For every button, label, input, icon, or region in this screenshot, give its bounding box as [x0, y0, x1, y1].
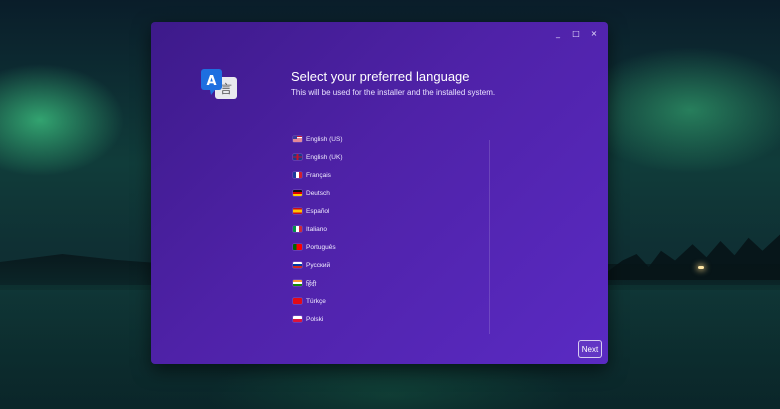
language-label: Русский — [306, 261, 331, 269]
us-flag-icon — [293, 136, 302, 142]
language-option-english-uk[interactable]: English (UK) — [293, 148, 493, 166]
next-button[interactable]: Next — [578, 340, 602, 358]
maximize-button[interactable]: □ — [570, 28, 582, 40]
portugal-flag-icon — [293, 244, 302, 250]
page-title: Select your preferred language — [291, 69, 470, 84]
language-label: English (UK) — [306, 153, 343, 161]
language-label: Türkçe — [306, 297, 326, 305]
language-label: Español — [306, 207, 330, 215]
russia-flag-icon — [293, 262, 302, 268]
language-translate-icon: 言 A — [201, 69, 237, 99]
language-label: Français — [306, 171, 331, 179]
language-option-italiano[interactable]: Italiano — [293, 220, 493, 238]
language-option-polski[interactable]: Polski — [293, 310, 493, 328]
language-label: Italiano — [306, 225, 327, 233]
language-label: हिंदी — [306, 280, 317, 288]
language-option-hindi[interactable]: हिंदी — [293, 274, 493, 292]
language-label: Polski — [306, 315, 324, 323]
minimize-button[interactable]: _ — [552, 28, 564, 40]
spain-flag-icon — [293, 208, 302, 214]
icon-letter: A — [206, 74, 216, 89]
page-subtitle: This will be used for the installer and … — [291, 88, 496, 97]
turkey-flag-icon — [293, 298, 302, 304]
window-controls: _ □ × — [552, 28, 600, 40]
language-label: Deutsch — [306, 189, 330, 197]
language-option-francais[interactable]: Français — [293, 166, 493, 184]
language-label: English (US) — [306, 135, 343, 143]
wallpaper-distant-lights — [698, 266, 704, 269]
language-option-russian[interactable]: Русский — [293, 256, 493, 274]
language-option-turkce[interactable]: Türkçe — [293, 292, 493, 310]
germany-flag-icon — [293, 190, 302, 196]
installer-window: _ □ × 言 A Select your preferred language… — [151, 22, 608, 364]
language-option-english-us[interactable]: English (US) — [293, 130, 493, 148]
language-option-deutsch[interactable]: Deutsch — [293, 184, 493, 202]
language-option-portugues[interactable]: Português — [293, 238, 493, 256]
india-flag-icon — [293, 280, 302, 286]
italy-flag-icon — [293, 226, 302, 232]
close-button[interactable]: × — [588, 28, 600, 40]
france-flag-icon — [293, 172, 302, 178]
poland-flag-icon — [293, 316, 302, 322]
wallpaper-trees — [605, 234, 780, 280]
language-option-espanol[interactable]: Español — [293, 202, 493, 220]
uk-flag-icon — [293, 154, 302, 160]
language-label: Português — [306, 243, 336, 251]
language-list: English (US) English (UK) Français Deuts… — [293, 130, 493, 328]
content-divider — [489, 140, 490, 334]
